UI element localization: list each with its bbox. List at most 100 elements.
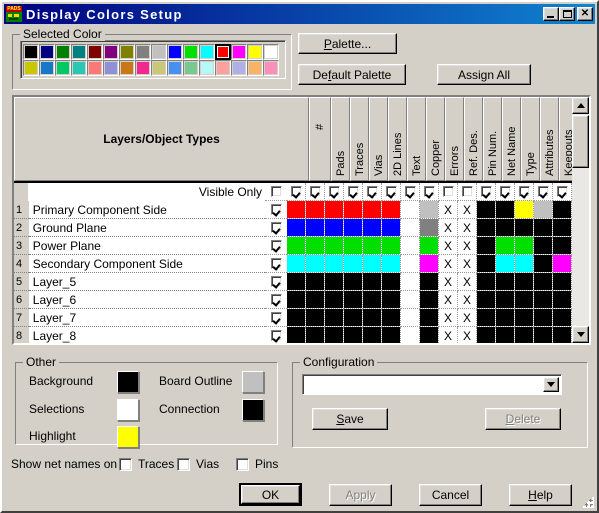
color-cell[interactable] <box>325 309 344 327</box>
visible-only-cell[interactable] <box>477 183 496 201</box>
color-cell[interactable] <box>534 255 553 273</box>
board-outline-color-button[interactable] <box>242 371 264 393</box>
palette-row-2[interactable] <box>23 60 283 76</box>
column-header-type[interactable]: Type <box>521 97 540 181</box>
palette-swatch[interactable] <box>55 44 71 60</box>
color-cell[interactable] <box>496 327 515 343</box>
color-cell[interactable] <box>477 291 496 309</box>
color-cell[interactable] <box>420 255 439 273</box>
highlight-color-button[interactable] <box>117 426 139 448</box>
scroll-down-icon[interactable] <box>572 326 589 343</box>
color-cell[interactable] <box>363 273 382 291</box>
cell-not-applicable[interactable]: X <box>458 255 477 273</box>
checkbox[interactable] <box>309 186 321 197</box>
checkbox[interactable] <box>461 186 473 197</box>
color-cell[interactable] <box>534 237 553 255</box>
color-cell[interactable] <box>382 327 401 343</box>
chevron-down-icon[interactable] <box>543 377 559 392</box>
color-cell[interactable] <box>420 273 439 291</box>
row-enable-cell[interactable] <box>265 201 287 219</box>
color-cell[interactable] <box>287 219 306 237</box>
table-row[interactable]: 8 Layer_8 X X <box>14 327 572 343</box>
palette-swatch[interactable] <box>87 44 103 60</box>
color-cell[interactable] <box>553 237 572 255</box>
palette-swatch[interactable] <box>71 44 87 60</box>
cell-not-applicable[interactable]: X <box>439 327 458 343</box>
checkbox[interactable] <box>423 186 435 197</box>
color-cell[interactable] <box>553 219 572 237</box>
color-cell[interactable] <box>553 291 572 309</box>
color-cell[interactable] <box>363 201 382 219</box>
column-header-attributes[interactable]: Attributes <box>540 97 559 181</box>
color-cell[interactable] <box>477 201 496 219</box>
palette-swatch[interactable] <box>151 60 167 76</box>
cell-not-applicable[interactable]: X <box>439 291 458 309</box>
palette-swatch[interactable] <box>39 44 55 60</box>
cell-not-applicable[interactable]: X <box>439 255 458 273</box>
color-cell[interactable] <box>515 273 534 291</box>
palette-swatch[interactable] <box>231 44 247 60</box>
color-cell[interactable] <box>515 309 534 327</box>
color-cell[interactable] <box>515 219 534 237</box>
palette-swatch[interactable] <box>23 60 39 76</box>
minimize-button[interactable] <box>543 7 559 21</box>
color-cell[interactable] <box>306 273 325 291</box>
color-cell[interactable] <box>515 237 534 255</box>
color-cell[interactable] <box>306 291 325 309</box>
row-enable-cell[interactable] <box>265 237 287 255</box>
cell-not-applicable[interactable]: X <box>458 291 477 309</box>
column-header-traces[interactable]: Traces <box>350 97 369 181</box>
cancel-button[interactable]: Cancel <box>419 484 482 506</box>
column-header-errors[interactable]: Errors <box>445 97 464 181</box>
palette-swatch[interactable] <box>183 60 199 76</box>
color-cell[interactable] <box>363 237 382 255</box>
checkbox[interactable] <box>270 276 282 287</box>
color-cell[interactable] <box>306 255 325 273</box>
color-cell[interactable] <box>401 273 420 291</box>
color-cell[interactable] <box>287 201 306 219</box>
palette-swatch[interactable] <box>215 60 231 76</box>
checkbox[interactable] <box>385 186 397 197</box>
row-enable-cell[interactable] <box>265 309 287 327</box>
color-cell[interactable] <box>287 291 306 309</box>
checkbox[interactable] <box>556 186 568 197</box>
checkbox[interactable] <box>270 294 282 305</box>
visible-only-cell[interactable] <box>458 183 477 201</box>
color-cell[interactable] <box>496 291 515 309</box>
color-cell[interactable] <box>344 255 363 273</box>
color-cell[interactable] <box>401 255 420 273</box>
checkbox[interactable] <box>404 186 416 197</box>
color-cell[interactable] <box>420 201 439 219</box>
visible-only-cell[interactable] <box>287 183 306 201</box>
color-cell[interactable] <box>496 309 515 327</box>
color-cell[interactable] <box>515 201 534 219</box>
color-cell[interactable] <box>363 309 382 327</box>
color-cell[interactable] <box>496 255 515 273</box>
cell-not-applicable[interactable]: X <box>458 219 477 237</box>
visible-only-cell[interactable] <box>553 183 572 201</box>
color-cell[interactable] <box>382 237 401 255</box>
color-cell[interactable] <box>553 273 572 291</box>
palette-swatch[interactable] <box>103 60 119 76</box>
color-cell[interactable] <box>515 255 534 273</box>
checkbox[interactable] <box>270 204 282 215</box>
color-cell[interactable] <box>496 273 515 291</box>
color-cell[interactable] <box>420 237 439 255</box>
column-header-ref-des[interactable]: Ref. Des. <box>464 97 483 181</box>
checkbox[interactable] <box>518 186 530 197</box>
palette-swatch[interactable] <box>87 60 103 76</box>
default-palette-button[interactable]: Default Palette <box>298 64 406 85</box>
palette-swatch[interactable] <box>199 44 215 60</box>
color-cell[interactable] <box>325 291 344 309</box>
row-enable-cell[interactable] <box>265 255 287 273</box>
color-cell[interactable] <box>553 309 572 327</box>
checkbox[interactable] <box>347 186 359 197</box>
checkbox[interactable] <box>270 330 282 341</box>
color-palette[interactable] <box>20 40 286 79</box>
palette-swatch[interactable] <box>263 44 279 60</box>
table-row[interactable]: 2 Ground Plane X X <box>14 219 572 237</box>
pins-checkbox[interactable] <box>236 458 249 471</box>
column-header-pin-num[interactable]: Pin Num. <box>483 97 502 181</box>
color-cell[interactable] <box>287 327 306 343</box>
color-cell[interactable] <box>344 219 363 237</box>
